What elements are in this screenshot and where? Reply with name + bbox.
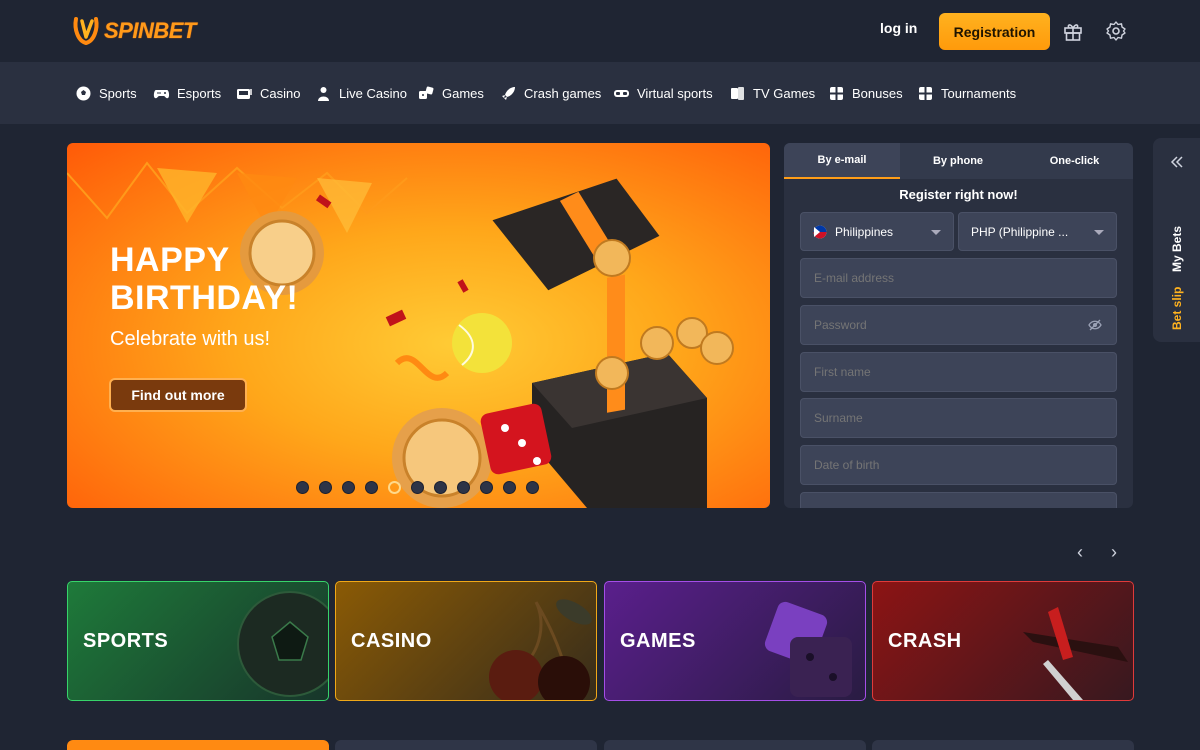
logo-mark-icon: [72, 15, 102, 47]
nav-item-tournaments[interactable]: Tournaments: [917, 62, 1016, 124]
carousel-dot[interactable]: [296, 481, 309, 494]
logo-text: SPINBET: [104, 18, 196, 43]
top-bar: SPINBET log in Registration: [0, 0, 1200, 62]
cards-icon: [731, 86, 744, 100]
tab-one-click[interactable]: One-click: [1016, 143, 1133, 179]
date-of-birth-field[interactable]: [800, 445, 1117, 485]
password-field[interactable]: [800, 305, 1117, 345]
chevron-down-icon: [1094, 230, 1104, 235]
first-name-field[interactable]: [800, 352, 1117, 392]
gear-icon[interactable]: [1105, 20, 1127, 42]
bottom-card-4[interactable]: [872, 740, 1134, 750]
nav-item-casino[interactable]: Casino: [236, 62, 300, 124]
find-out-more-button[interactable]: Find out more: [109, 378, 247, 412]
nav-item-live-casino[interactable]: Live Casino: [315, 62, 407, 124]
nav-item-sports[interactable]: Sports: [75, 62, 137, 124]
category-label: SPORTS: [83, 630, 169, 652]
next-arrow-icon[interactable]: ›: [1111, 542, 1117, 563]
currency-value: PHP (Philippine ...: [971, 224, 1069, 239]
carousel-dot[interactable]: [457, 481, 470, 494]
category-casino[interactable]: CASINO: [335, 581, 597, 701]
nav-label: Tournaments: [941, 85, 1017, 101]
rocket-icon: [502, 86, 515, 100]
banner-title-line1: HAPPY: [110, 241, 230, 279]
banner-title: HAPPY BIRTHDAY!: [110, 241, 298, 317]
tab-by-phone[interactable]: By phone: [900, 143, 1016, 179]
currency-select[interactable]: PHP (Philippine ...: [958, 212, 1117, 251]
country-value: Philippines: [835, 224, 894, 239]
bet-slip-tab[interactable]: Bet slip: [1170, 287, 1184, 330]
dice-icon: [419, 86, 434, 99]
carousel-dot[interactable]: [503, 481, 516, 494]
my-bets-tab[interactable]: My Bets: [1170, 226, 1184, 272]
nav-item-virtual-sports[interactable]: Virtual sports: [613, 62, 713, 124]
slot-icon: [237, 88, 252, 99]
email-field[interactable]: [800, 258, 1117, 298]
category-sports[interactable]: SPORTS: [67, 581, 329, 701]
eye-off-icon[interactable]: [1088, 319, 1102, 331]
double-chevron-left-icon[interactable]: [1170, 156, 1184, 168]
gamepad-icon: [153, 89, 170, 98]
carousel-dot[interactable]: [342, 481, 355, 494]
gift-icon[interactable]: [1062, 20, 1084, 42]
bottom-card-3[interactable]: [604, 740, 866, 750]
banner-subtitle: Celebrate with us!: [110, 328, 271, 350]
nav-label: Live Casino: [339, 85, 407, 101]
carousel-dot[interactable]: [411, 481, 424, 494]
nav-label: Virtual sports: [637, 85, 713, 101]
nav-label: Bonuses: [852, 85, 903, 101]
chevron-down-icon: [931, 230, 941, 235]
category-label: CRASH: [888, 630, 962, 652]
spinbet-logo[interactable]: SPINBET: [72, 14, 196, 48]
nav-label: Casino: [260, 85, 301, 101]
category-crash[interactable]: CRASH: [872, 581, 1134, 701]
bottom-card-2[interactable]: [335, 740, 597, 750]
philippines-flag-icon: [813, 225, 827, 238]
nav-label: Crash games: [524, 85, 602, 101]
dealer-icon: [318, 86, 329, 101]
nav-item-esports[interactable]: Esports: [153, 62, 221, 124]
category-label: CASINO: [351, 630, 432, 652]
nav-label: TV Games: [753, 85, 816, 101]
registration-title: Register right now!: [899, 187, 1018, 202]
category-label: GAMES: [620, 630, 696, 652]
bet-slip-panel[interactable]: Bet slip My Bets: [1153, 138, 1200, 342]
registration-button[interactable]: Registration: [939, 13, 1050, 50]
nav-item-bonuses[interactable]: Bonuses: [828, 62, 903, 124]
carousel-dots: [296, 481, 539, 494]
carousel-dot[interactable]: [526, 481, 539, 494]
carousel-dot[interactable]: [388, 481, 401, 494]
banner-illustration: [67, 161, 734, 508]
registration-tabs: By e-mail By phone One-click: [784, 143, 1133, 179]
banner-title-line2: BIRTHDAY!: [110, 279, 299, 317]
soccer-ball-icon: [76, 86, 91, 100]
vr-headset-icon: [614, 89, 629, 97]
surname-field[interactable]: [800, 398, 1117, 438]
carousel-dot[interactable]: [319, 481, 332, 494]
category-games[interactable]: GAMES: [604, 581, 866, 701]
nav-item-crash-games[interactable]: Crash games: [500, 62, 601, 124]
country-select[interactable]: Philippines: [800, 212, 954, 251]
bottom-card-1[interactable]: [67, 740, 329, 750]
tab-by-email[interactable]: By e-mail: [784, 143, 900, 179]
gift-box-icon: [830, 86, 843, 100]
main-nav: Sports Esports Casino Live Casino Games …: [0, 62, 1200, 124]
nav-item-tv-games[interactable]: TV Games: [729, 62, 815, 124]
registration-panel: By e-mail By phone One-click Register ri…: [784, 143, 1133, 508]
carousel-dot[interactable]: [434, 481, 447, 494]
carousel-dot[interactable]: [480, 481, 493, 494]
nav-label: Esports: [177, 85, 222, 101]
promo-banner[interactable]: HAPPY BIRTHDAY! Celebrate with us! Find o…: [67, 143, 770, 508]
nav-item-games[interactable]: Games: [418, 62, 484, 124]
prev-arrow-icon[interactable]: ‹: [1077, 542, 1083, 563]
nav-label: Sports: [99, 85, 137, 101]
nav-label: Games: [442, 85, 484, 101]
carousel-dot[interactable]: [365, 481, 378, 494]
login-button[interactable]: log in: [880, 20, 917, 36]
trophy-icon: [919, 86, 932, 100]
next-field-partial[interactable]: [800, 492, 1117, 508]
